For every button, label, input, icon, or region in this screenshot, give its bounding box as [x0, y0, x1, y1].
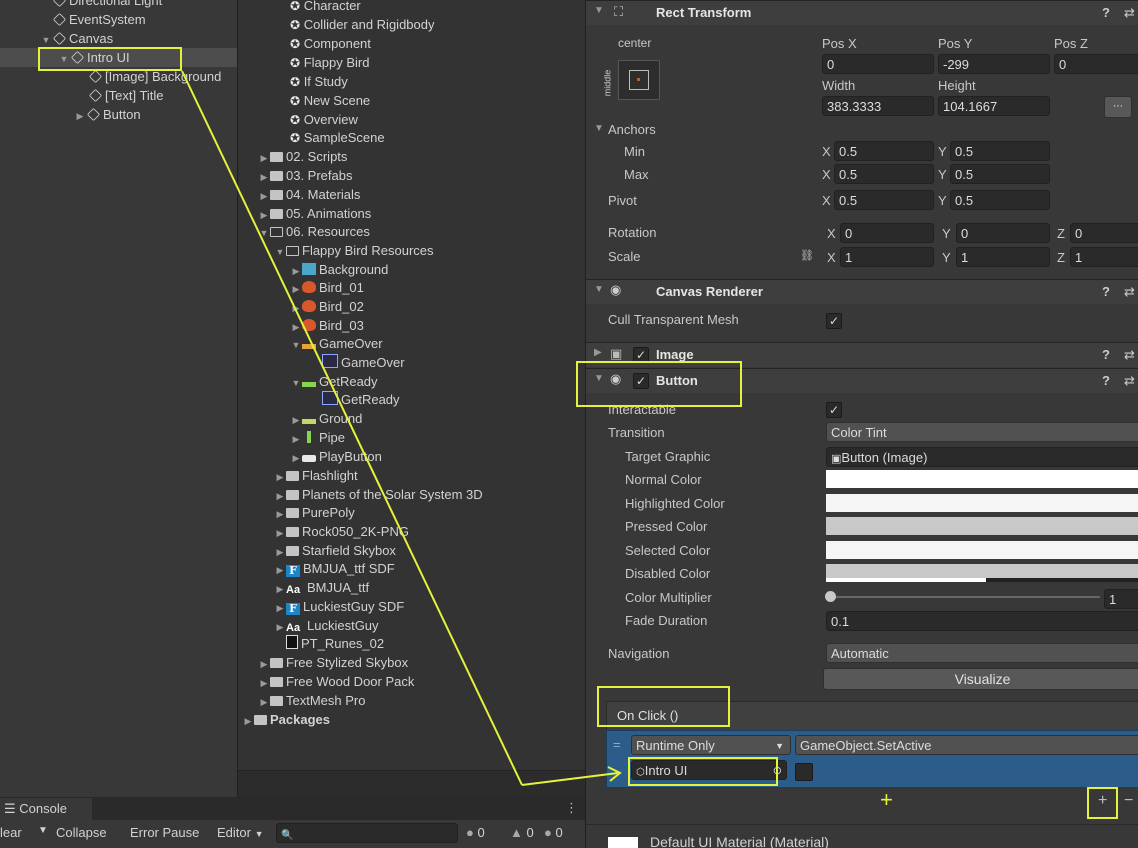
annotation-arrow — [181, 70, 622, 786]
arrow-line — [521, 772, 619, 786]
arrow-line — [181, 70, 523, 786]
